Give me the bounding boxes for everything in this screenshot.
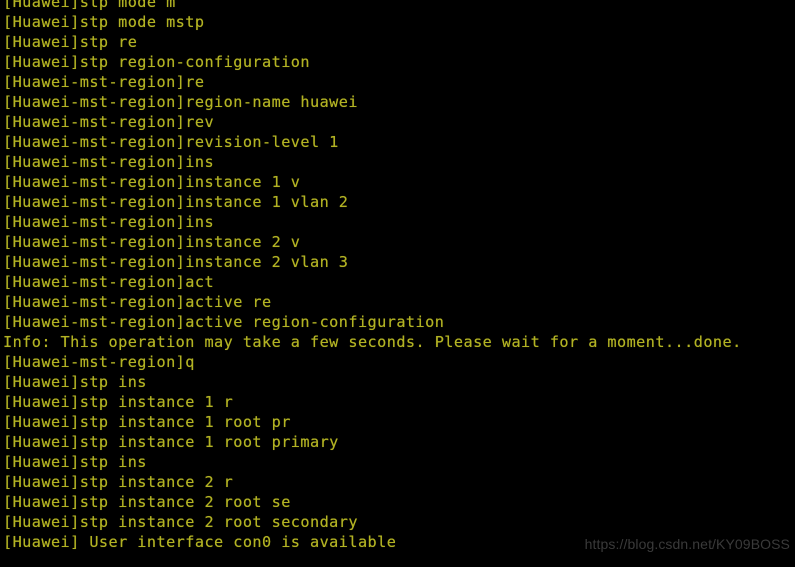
terminal-line: [Huawei]stp mode mstp xyxy=(3,13,205,31)
terminal-line: [Huawei]stp ins xyxy=(3,373,147,391)
terminal-line: [Huawei]stp instance 2 r xyxy=(3,473,234,491)
terminal-line: [Huawei-mst-region]instance 1 v xyxy=(3,173,301,191)
terminal-line: [Huawei-mst-region]act xyxy=(3,273,215,291)
terminal-line: [Huawei-mst-region]revision-level 1 xyxy=(3,133,339,151)
terminal-line: [Huawei]stp instance 1 root pr xyxy=(3,413,291,431)
terminal-window[interactable]: [Huawei]stp mode [Huawei]stp mode m [Hua… xyxy=(0,0,795,567)
terminal-line: [Huawei]stp ins xyxy=(3,453,147,471)
terminal-line: [Huawei-mst-region]region-name huawei xyxy=(3,93,358,111)
terminal-line: [Huawei-mst-region]instance 2 vlan 3 xyxy=(3,253,349,271)
terminal-line: [Huawei]stp re xyxy=(3,33,138,51)
terminal-line: [Huawei-mst-region]ins xyxy=(3,213,215,231)
terminal-line: [Huawei]stp instance 2 root se xyxy=(3,493,291,511)
terminal-line: [Huawei]stp instance 1 root primary xyxy=(3,433,339,451)
terminal-line: [Huawei]stp instance 1 r xyxy=(3,393,234,411)
terminal-line: [Huawei-mst-region]re xyxy=(3,73,205,91)
terminal-line: [Huawei-mst-region]instance 2 v xyxy=(3,233,301,251)
terminal-line: [Huawei-mst-region]instance 1 vlan 2 xyxy=(3,193,349,211)
terminal-line-info-message: Info: This operation may take a few seco… xyxy=(3,333,742,351)
terminal-line: [Huawei-mst-region]rev xyxy=(3,113,215,131)
terminal-line: [Huawei-mst-region]q xyxy=(3,353,195,371)
terminal-line: [Huawei-mst-region]active re xyxy=(3,293,272,311)
terminal-line: [Huawei]stp mode m xyxy=(3,0,176,11)
terminal-line: [Huawei]stp instance 2 root secondary xyxy=(3,513,358,531)
terminal-line: [Huawei-mst-region]active region-configu… xyxy=(3,313,445,331)
terminal-line: [Huawei]stp region-configuration xyxy=(3,53,310,71)
watermark-url: https://blog.csdn.net/KY09BOSS xyxy=(584,536,790,552)
terminal-line: [Huawei-mst-region]ins xyxy=(3,153,215,171)
console-output: [Huawei]stp mode [Huawei]stp mode m [Hua… xyxy=(0,0,795,552)
